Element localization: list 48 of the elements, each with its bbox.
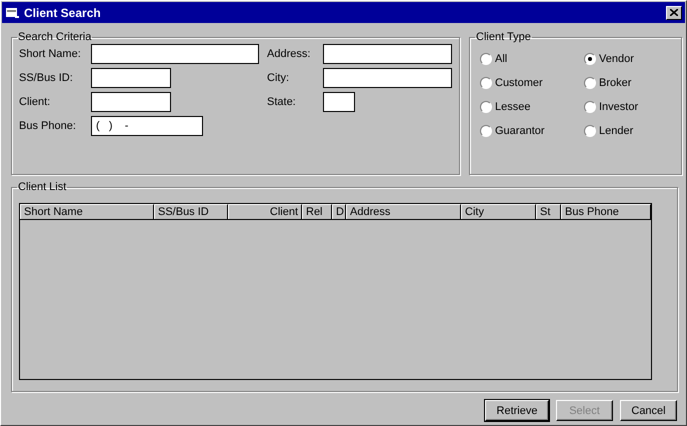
close-button[interactable] — [666, 6, 682, 20]
field-label: SS/Bus ID: — [19, 72, 74, 84]
field-label: Short Name: — [19, 48, 82, 60]
radio-button[interactable] — [480, 77, 492, 89]
radio-label[interactable]: Guarantor — [495, 125, 545, 137]
input-field[interactable] — [323, 68, 452, 88]
radio-label[interactable]: Lender — [599, 125, 634, 137]
column-header[interactable]: City — [461, 204, 536, 219]
input-field[interactable] — [91, 44, 259, 64]
input-field[interactable] — [323, 92, 355, 112]
field-label: Address: — [267, 48, 312, 60]
column-header[interactable]: Rel — [302, 204, 332, 219]
radio-button[interactable] — [584, 125, 596, 137]
field-label: Bus Phone: — [19, 120, 77, 132]
input-field[interactable] — [91, 68, 171, 88]
input-field[interactable] — [323, 44, 452, 64]
radio-label[interactable]: Broker — [599, 77, 632, 89]
column-header[interactable]: Client — [228, 204, 302, 219]
column-header[interactable]: Bus Phone — [561, 204, 651, 219]
field-label: Client: — [19, 96, 52, 108]
input-field[interactable]: ( ) - — [91, 116, 203, 136]
radio-button[interactable] — [480, 125, 492, 137]
column-header[interactable]: D — [332, 204, 346, 219]
field-label: State: — [267, 96, 297, 108]
close-icon — [670, 9, 678, 16]
group-title: Client Type — [476, 31, 531, 43]
radio-button[interactable] — [584, 53, 596, 65]
column-header[interactable]: Short Name — [20, 204, 154, 219]
radio-label[interactable]: Lessee — [495, 101, 530, 113]
field-label: City: — [267, 72, 290, 84]
window-icon — [6, 6, 20, 18]
radio-label[interactable]: All — [495, 53, 508, 65]
dialog-button[interactable]: Retrieve — [485, 400, 549, 421]
radio-button[interactable] — [584, 101, 596, 113]
radio-button[interactable] — [584, 77, 596, 89]
column-header[interactable]: Address — [346, 204, 461, 219]
group-title: Search Criteria — [18, 31, 92, 43]
radio-button[interactable] — [480, 53, 492, 65]
radio-label[interactable]: Vendor — [599, 53, 634, 65]
column-header[interactable]: SS/Bus ID — [154, 204, 228, 219]
radio-label[interactable]: Investor — [599, 101, 638, 113]
column-header[interactable]: St — [536, 204, 561, 219]
input-field[interactable] — [91, 92, 171, 112]
radio-label[interactable]: Customer — [495, 77, 543, 89]
dialog-button[interactable]: Cancel — [620, 400, 677, 421]
group-title: Client List — [18, 181, 66, 193]
window-title: Client Search — [24, 6, 102, 20]
radio-button[interactable] — [480, 101, 492, 113]
